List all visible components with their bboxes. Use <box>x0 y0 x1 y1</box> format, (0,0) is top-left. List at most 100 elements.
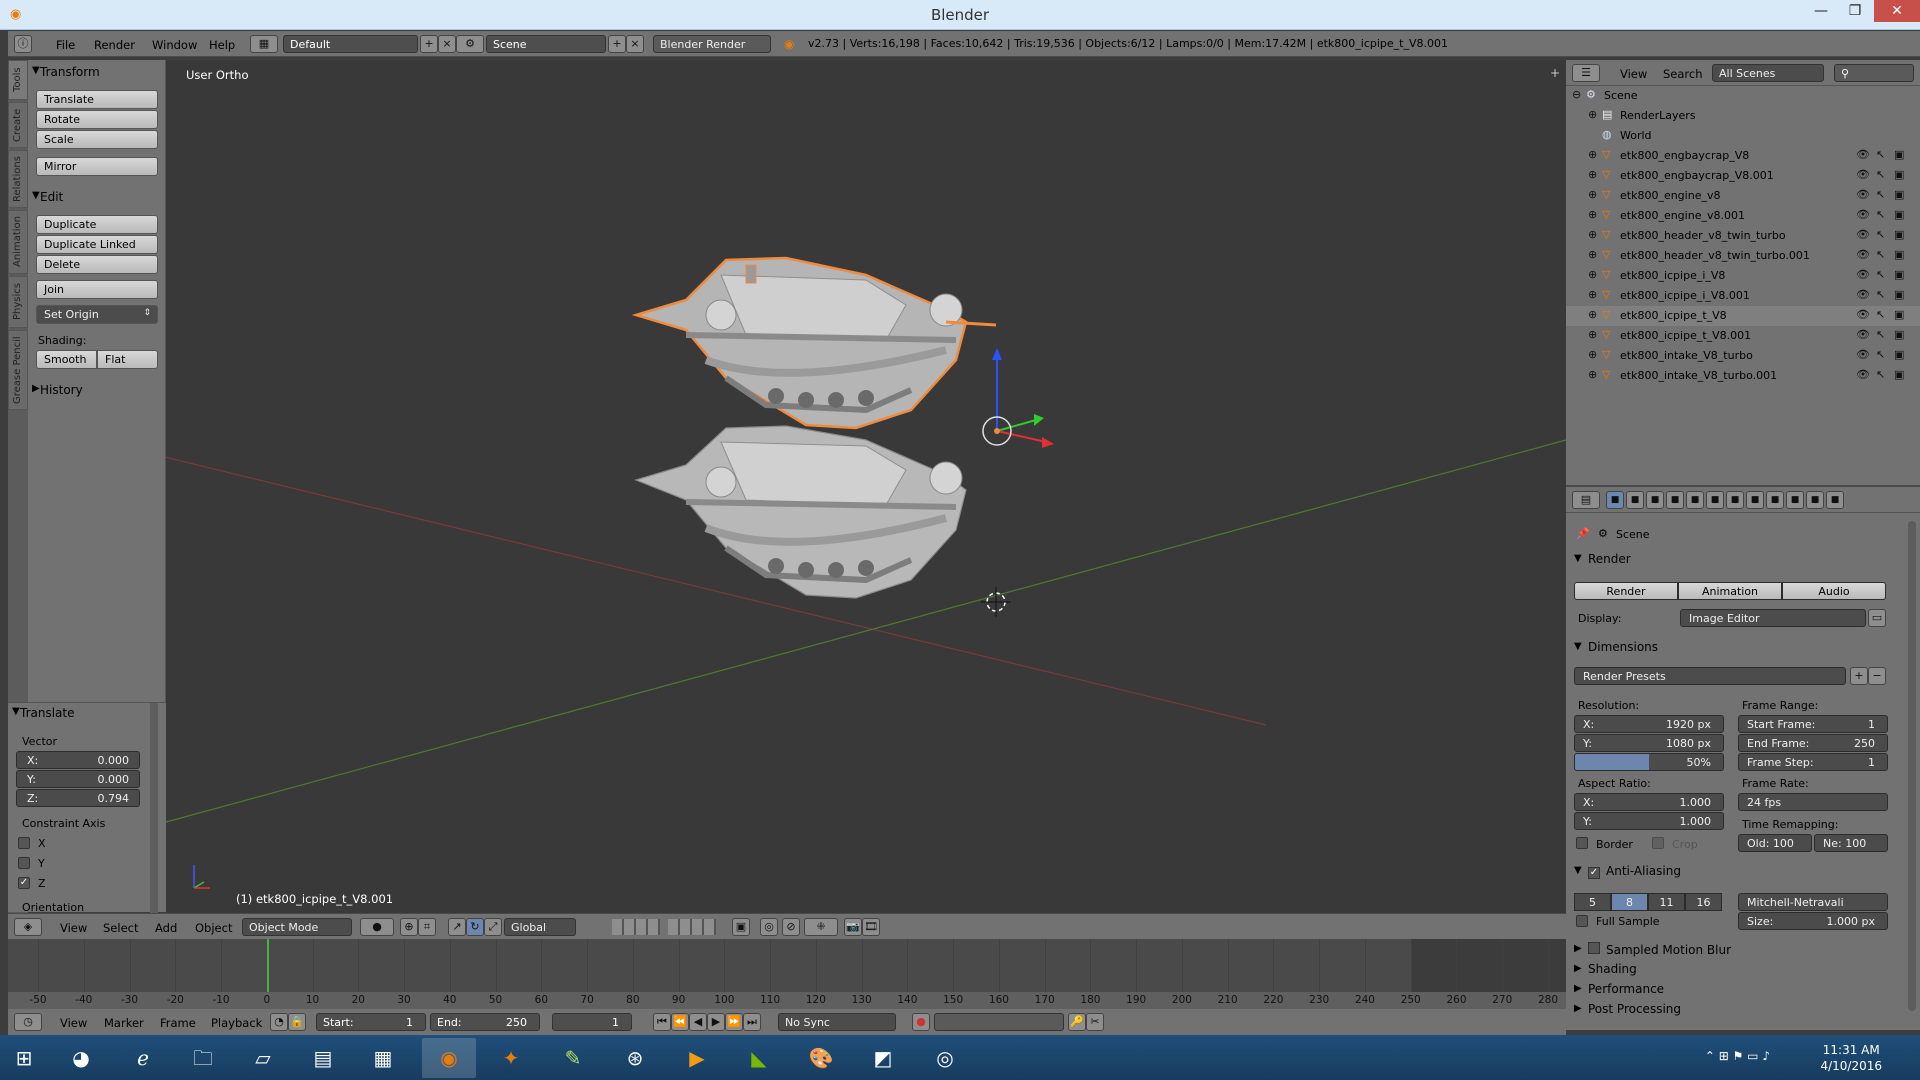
lock-layers-icon[interactable]: ▣ <box>732 918 750 936</box>
app-icon-4[interactable]: ▱ <box>236 1038 290 1078</box>
end-frame-field[interactable]: End Frame: 250 <box>1738 734 1888 752</box>
app-icon-5[interactable]: ▤ <box>296 1038 350 1078</box>
close-button[interactable]: ✕ <box>1874 0 1920 22</box>
view3d-menu-add[interactable]: Add <box>155 921 177 935</box>
pin-icon[interactable]: 📌 <box>1576 527 1590 540</box>
vector-z-field[interactable]: Z: 0.794 <box>16 789 140 807</box>
scene-icon[interactable]: ⚙ <box>456 35 484 53</box>
opengl-anim-icon[interactable]: 🎞 <box>862 918 880 936</box>
outliner-row-renderlayers[interactable]: ⊕ ▤ RenderLayers <box>1566 106 1920 126</box>
play-reverse-icon[interactable]: ◀ <box>689 1013 707 1031</box>
scene-field[interactable]: Scene <box>486 35 606 53</box>
add-preset-icon[interactable]: + <box>1850 667 1868 685</box>
display-window-icon[interactable]: ▭ <box>1868 609 1886 627</box>
edit-panel-header[interactable]: ▼ Edit <box>28 187 166 207</box>
duplicate-button[interactable]: Duplicate <box>36 215 158 234</box>
properties-scrollbar[interactable] <box>1908 521 1916 1011</box>
expand-icon[interactable]: ⊕ <box>1588 368 1597 381</box>
menu-render[interactable]: Render <box>94 38 135 52</box>
aa-sample-button[interactable]: 11 <box>1648 893 1685 911</box>
render-section-header[interactable]: ▼ Render <box>1572 549 1902 571</box>
context-texture-icon[interactable]: ■ <box>1786 491 1804 509</box>
view3d-editor-icon[interactable]: ◈ <box>14 918 42 936</box>
shading-section-header[interactable]: ▶ Shading <box>1572 959 1902 981</box>
expand-icon[interactable]: ⊕ <box>1588 248 1597 261</box>
properties-editor-icon[interactable]: ▤ <box>1572 491 1600 509</box>
outliner-menu-view[interactable]: View <box>1620 67 1647 81</box>
expand-icon[interactable]: ⊕ <box>1588 148 1597 161</box>
maximize-button[interactable]: ❐ <box>1838 0 1872 22</box>
menu-help[interactable]: Help <box>209 38 235 52</box>
context-scene-icon[interactable]: ■ <box>1646 491 1664 509</box>
aa-size-field[interactable]: Size: 1.000 px <box>1738 912 1888 930</box>
preview-range-icon[interactable]: ◔ <box>270 1013 288 1031</box>
internet-explorer-app-icon[interactable]: ℯ <box>116 1038 170 1078</box>
app-icon-6[interactable]: ▦ <box>356 1038 410 1078</box>
frame-rate-dropdown[interactable]: 24 fps <box>1738 793 1888 811</box>
context-data-icon[interactable]: ■ <box>1746 491 1764 509</box>
expand-icon[interactable]: ⊕ <box>1588 308 1597 321</box>
delete-button[interactable]: Delete <box>36 255 158 274</box>
constraint-z-checkbox[interactable]: ✓ <box>18 877 30 889</box>
aa-filter-dropdown[interactable]: Mitchell-Netravali <box>1738 893 1888 911</box>
scene-filter-dropdown[interactable]: All Scenes <box>1712 64 1824 82</box>
nvidia-app-icon[interactable]: ◣ <box>732 1038 786 1078</box>
anti-aliasing-section-header[interactable]: ▼ ✓ Anti-Aliasing <box>1572 861 1902 883</box>
outliner-menu-search[interactable]: Search <box>1663 67 1703 81</box>
frame-step-field[interactable]: Frame Step: 1 <box>1738 753 1888 771</box>
context-world-icon[interactable]: ■ <box>1666 491 1684 509</box>
snap-element-icon[interactable]: ⁜ <box>804 918 838 936</box>
context-layers-icon[interactable]: ■ <box>1626 491 1644 509</box>
constraint-y-checkbox[interactable] <box>18 857 30 869</box>
vector-y-field[interactable]: Y: 0.000 <box>16 770 140 788</box>
add-layout-icon[interactable]: + <box>420 35 438 53</box>
lock-range-icon[interactable]: 🔒 <box>288 1013 306 1031</box>
context-physics-icon[interactable]: ■ <box>1826 491 1844 509</box>
minimize-button[interactable]: — <box>1804 0 1838 22</box>
time-remap-new-field[interactable]: Ne: 100 <box>1814 834 1888 852</box>
render-button[interactable]: Render <box>1574 582 1678 600</box>
expand-icon[interactable]: ⊕ <box>1588 168 1597 181</box>
scale-manipulator-icon[interactable]: ⤢ <box>484 918 502 936</box>
resolution-x-field[interactable]: X: 1920 px <box>1574 715 1724 733</box>
play-icon[interactable]: ▶ <box>707 1013 725 1031</box>
opengl-render-icon[interactable]: 📷 <box>844 918 862 936</box>
add-scene-icon[interactable]: + <box>608 35 626 53</box>
current-frame-field[interactable]: 1 <box>552 1013 632 1031</box>
context-camera-icon[interactable]: ■ <box>1606 491 1624 509</box>
expand-icon[interactable]: ⊕ <box>1588 328 1597 341</box>
rotate-manipulator-icon[interactable]: ↻ <box>466 918 484 936</box>
menu-file[interactable]: File <box>56 38 75 52</box>
transform-panel-header[interactable]: ▼ Transform <box>28 62 166 82</box>
tab-physics[interactable]: Physics <box>8 276 28 328</box>
constraint-x-checkbox[interactable] <box>18 837 30 849</box>
start-field[interactable]: Start: 1 <box>316 1013 426 1031</box>
context-modifiers-icon[interactable]: ■ <box>1726 491 1744 509</box>
manipulator-toggle-icon[interactable]: ⌗ <box>418 918 436 936</box>
expand-icon[interactable]: ⊕ <box>1588 348 1597 361</box>
resolution-y-field[interactable]: Y: 1080 px <box>1574 734 1724 752</box>
render-presets-dropdown[interactable]: Render Presets <box>1574 667 1846 685</box>
file-explorer-app-icon[interactable]: 🗀 <box>176 1038 230 1078</box>
timeline-menu-view[interactable]: View <box>60 1016 87 1030</box>
view3d-menu-object[interactable]: Object <box>195 921 232 935</box>
mode-dropdown[interactable]: Object Mode <box>242 918 352 936</box>
expand-icon[interactable]: ⊕ <box>1588 108 1597 121</box>
outliner-search-input[interactable]: ⚲ <box>1834 64 1914 82</box>
end-field[interactable]: End: 250 <box>430 1013 540 1031</box>
full-sample-checkbox[interactable] <box>1576 915 1588 927</box>
notepad-app-icon[interactable]: ✎ <box>546 1038 600 1078</box>
motion-blur-section-header[interactable]: ▶ Sampled Motion Blur <box>1572 939 1902 961</box>
record-icon[interactable]: ● <box>912 1013 930 1031</box>
steam-app-icon[interactable]: ⊛ <box>608 1038 662 1078</box>
audio-button[interactable]: Audio <box>1782 582 1886 600</box>
screen-layout-field[interactable]: Default <box>283 35 418 53</box>
aspect-y-field[interactable]: Y: 1.000 <box>1574 812 1724 830</box>
view3d-menu-view[interactable]: View <box>60 921 87 935</box>
anti-aliasing-checkbox[interactable]: ✓ <box>1588 867 1600 879</box>
motion-blur-checkbox[interactable] <box>1588 942 1600 954</box>
performance-section-header[interactable]: ▶ Performance <box>1572 979 1902 1001</box>
aa-sample-button[interactable]: 8 <box>1611 893 1648 911</box>
outliner-row-world[interactable]: ◍ World <box>1566 126 1920 146</box>
timeline-ruler[interactable] <box>8 992 1566 1009</box>
